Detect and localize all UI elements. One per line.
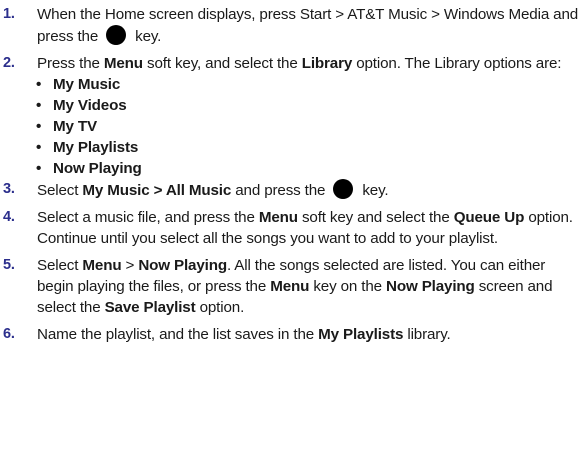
library-options-list: • My Music • My Videos • My TV • My Playlist… [0,74,584,179]
step-text: library. [403,326,451,343]
queue-up-label: Queue Up [453,209,525,226]
now-playing-label: Now Playing [138,257,227,274]
menu-label: Menu [258,209,298,226]
step-number: 6. [3,326,15,342]
menu-label: Menu [103,55,143,72]
step-number: 4. [3,209,15,225]
step-6: 6. Name the playlist, and the list saves… [0,324,584,345]
list-item: • My TV [36,118,97,135]
step-text: Press the [37,55,104,72]
step-text: Select a music file, and press the [37,209,259,226]
step-text: Name the playlist, and the list saves in… [37,326,319,343]
step-text: key. [135,28,162,45]
step-5: 5. Select Menu > Now Playing. All the so… [0,255,584,318]
menu-label: Menu [82,257,122,274]
bullet-icon: • [36,118,42,135]
step-text: and press the [231,182,326,199]
center-key-icon [333,179,354,199]
step-3: 3. Select My Music > All Music and press… [0,179,584,201]
now-playing-label: Now Playing [386,278,475,295]
my-playlists-label: My Playlists [318,326,404,343]
step-text: option. [195,299,245,316]
list-item: • My Videos [36,97,127,114]
bullet-icon: • [36,160,42,177]
step-number: 3. [3,181,15,197]
step-text: Select [37,257,83,274]
step-number: 1. [3,6,15,22]
step-number: 2. [3,55,15,71]
step-text: option. The Library options are: [352,55,562,72]
bullet-icon: • [36,97,42,114]
list-item: • Now Playing [36,160,142,177]
save-playlist-label: Save Playlist [104,299,196,316]
step-text: key. [362,182,389,199]
step-text: Select [37,182,83,199]
bullet-icon: • [36,139,42,156]
step-4: 4. Select a music file, and press the Me… [0,207,584,249]
path-label: My Music > All Music [82,182,232,199]
list-item: • My Music [36,76,121,93]
library-label: Library [301,55,353,72]
step-number: 5. [3,257,15,273]
step-text: > [121,257,139,274]
center-key-icon [106,25,127,45]
step-1: 1. When the Home screen displays, press … [0,4,584,47]
step-text: soft key, and select the [142,55,302,72]
step-2: 2. Press the Menu soft key, and select t… [0,53,584,74]
step-text: soft key and select the [297,209,454,226]
menu-label: Menu [270,278,310,295]
instruction-list: 1. When the Home screen displays, press … [0,4,584,345]
step-text: key on the [309,278,387,295]
list-item: • My Playlists [36,139,139,156]
bullet-icon: • [36,76,42,93]
